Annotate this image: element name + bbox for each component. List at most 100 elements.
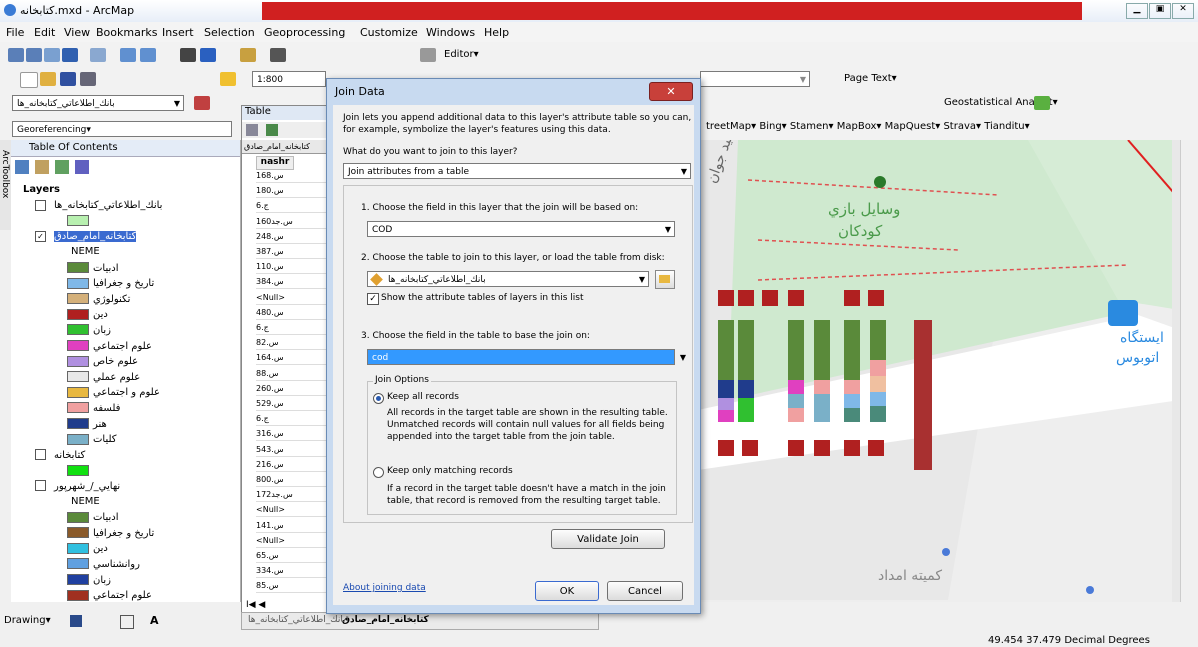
geostat-icon[interactable] (1034, 96, 1050, 110)
basemap-stamen[interactable]: Stamen▾ (790, 121, 834, 132)
page-text-menu[interactable]: Page Text▾ (844, 73, 897, 84)
table-row[interactable]: 160س.جد (256, 216, 330, 229)
table-row[interactable]: 387.س (256, 246, 330, 259)
table-row[interactable]: 316.س (256, 428, 330, 442)
list-by-source-icon[interactable] (35, 160, 49, 174)
layer-dropdown[interactable]: بانك_اطلاعاتي_كتابخانه_ها ▼ (12, 95, 184, 111)
find-icon[interactable] (270, 48, 286, 62)
new-document-icon[interactable] (20, 72, 38, 88)
basemap-mapbox[interactable]: MapBox▾ (837, 121, 882, 132)
list-by-selection-icon[interactable] (75, 160, 89, 174)
editor-menu[interactable]: Editor▾ (444, 49, 479, 60)
select-arrow-icon[interactable] (70, 615, 82, 627)
maximize-icon[interactable]: ▣ (1149, 3, 1171, 19)
table-row[interactable]: 172س.جد (256, 489, 330, 503)
menu-customize[interactable]: Customize (360, 26, 418, 39)
open-icon[interactable] (40, 72, 56, 86)
table-row[interactable]: 480.س (256, 307, 330, 320)
layout-combo[interactable]: ▼ (700, 71, 810, 87)
zoom-out-icon[interactable] (26, 48, 42, 62)
rectangle-icon[interactable] (120, 615, 134, 629)
minimize-icon[interactable]: ▁ (1126, 3, 1148, 19)
layer-visibility-checkbox[interactable] (35, 199, 46, 211)
layer-visibility-checkbox[interactable] (35, 480, 46, 492)
menu-view[interactable]: View (64, 26, 90, 39)
table-row[interactable]: 85.س (256, 580, 330, 594)
toc-layer-item[interactable]: Layers (19, 184, 60, 195)
select-elements-icon[interactable] (180, 48, 196, 62)
save-icon[interactable] (60, 72, 76, 86)
menu-selection[interactable]: Selection (204, 26, 255, 39)
print-icon[interactable] (80, 72, 96, 86)
basemap-mapquest[interactable]: MapQuest▾ (885, 121, 941, 132)
column-header-nashr[interactable]: nashr (256, 156, 294, 170)
table-row[interactable]: 141.س (256, 520, 330, 533)
tab-kitabkhaneh-db[interactable]: بانك_اطلاعاتي_كتابخانه_ها (248, 615, 346, 625)
toc-layer-item[interactable]: نهايي_/_شهرپور (35, 480, 120, 492)
list-by-drawing-order-icon[interactable] (15, 160, 29, 174)
menu-geoprocessing[interactable]: Geoprocessing (264, 26, 345, 39)
table-row[interactable]: 82.س (256, 337, 330, 351)
pan-icon[interactable] (44, 48, 60, 62)
show-tables-checkbox[interactable]: ✓ (367, 293, 379, 305)
table-row[interactable]: 248.س (256, 231, 330, 244)
menu-edit[interactable]: Edit (34, 26, 55, 39)
close-icon[interactable]: ✕ (1172, 3, 1194, 19)
zoom-in-icon[interactable] (8, 48, 24, 62)
text-tool-icon[interactable]: A (150, 614, 159, 627)
menu-help[interactable]: Help (484, 26, 509, 39)
table-row[interactable]: 260.س (256, 383, 330, 396)
table-row[interactable]: 384.س (256, 276, 330, 290)
basemap-strava[interactable]: Strava▾ (943, 121, 981, 132)
table-row[interactable]: 6.ج (256, 413, 330, 427)
table-row[interactable]: 180.س (256, 185, 330, 199)
toc-layer-item[interactable]: بانك_اطلاعاتي_كتابخانه_ها (35, 199, 162, 211)
layer-visibility-checkbox[interactable]: ✓ (35, 230, 46, 242)
table-row[interactable]: 110.س (256, 261, 330, 275)
about-joining-link[interactable]: About joining data (343, 583, 426, 593)
full-extent-icon[interactable] (62, 48, 78, 62)
measure-icon[interactable] (240, 48, 256, 62)
table-row[interactable]: 65.س (256, 550, 330, 563)
join-type-select[interactable]: Join attributes from a table ▼ (343, 163, 691, 179)
table-row[interactable]: 543.س (256, 444, 330, 457)
table-row[interactable]: <Null> (256, 535, 330, 548)
map-scrollbar[interactable] (1172, 140, 1180, 602)
step3-field-select[interactable]: cod ▼ (367, 349, 686, 365)
tab-imam-sadegh[interactable]: كتابخانه_امام_صادق (342, 615, 429, 625)
catalog-icon[interactable] (420, 48, 436, 62)
step2-table-select[interactable]: بانك_اطلاعاتي_كتابخانه_ها ▼ (367, 271, 649, 287)
basemap-streetmap[interactable]: treetMap▾ (706, 121, 756, 132)
cancel-button[interactable]: Cancel (607, 581, 683, 601)
table-row[interactable]: <Null> (256, 504, 330, 518)
validate-join-button[interactable]: Validate Join (551, 529, 665, 549)
browse-folder-icon[interactable] (655, 270, 675, 289)
table-row[interactable]: 216.س (256, 459, 330, 472)
table-row[interactable]: 6.ج (256, 322, 330, 335)
table-layer-tab[interactable]: كتابخانه_امام_صادق (242, 140, 332, 154)
drawing-menu[interactable]: Drawing▾ (4, 615, 51, 626)
dialog-close-icon[interactable]: ✕ (649, 82, 693, 101)
layer-visibility-checkbox[interactable] (35, 449, 46, 461)
table-row[interactable]: 800.س (256, 474, 330, 487)
table-row[interactable]: 164.س (256, 352, 330, 366)
basemap-tianditu[interactable]: Tianditu▾ (984, 121, 1029, 132)
adjust-icon[interactable] (194, 96, 210, 110)
menu-bookmarks[interactable]: Bookmarks (96, 26, 157, 39)
table-row[interactable]: 168.س (256, 170, 330, 183)
menu-file[interactable]: File (6, 26, 24, 39)
scale-box[interactable]: 1:800 (252, 71, 326, 87)
table-options-icon[interactable] (246, 124, 258, 136)
table-row[interactable]: 529.س (256, 398, 330, 411)
menu-windows[interactable]: Windows (426, 26, 475, 39)
table-row[interactable]: <Null> (256, 292, 330, 305)
table-row[interactable]: 6.ج (256, 200, 330, 214)
keep-matching-radio[interactable] (373, 467, 384, 478)
georeferencing-menu[interactable]: Georeferencing▾ (12, 121, 232, 137)
identify-icon[interactable] (200, 48, 216, 62)
table-nav[interactable]: I◀ ◀ (246, 600, 265, 610)
list-by-visibility-icon[interactable] (55, 160, 69, 174)
fixed-zoom-icon[interactable] (90, 48, 106, 62)
back-icon[interactable] (120, 48, 136, 62)
related-tables-icon[interactable] (266, 124, 278, 136)
